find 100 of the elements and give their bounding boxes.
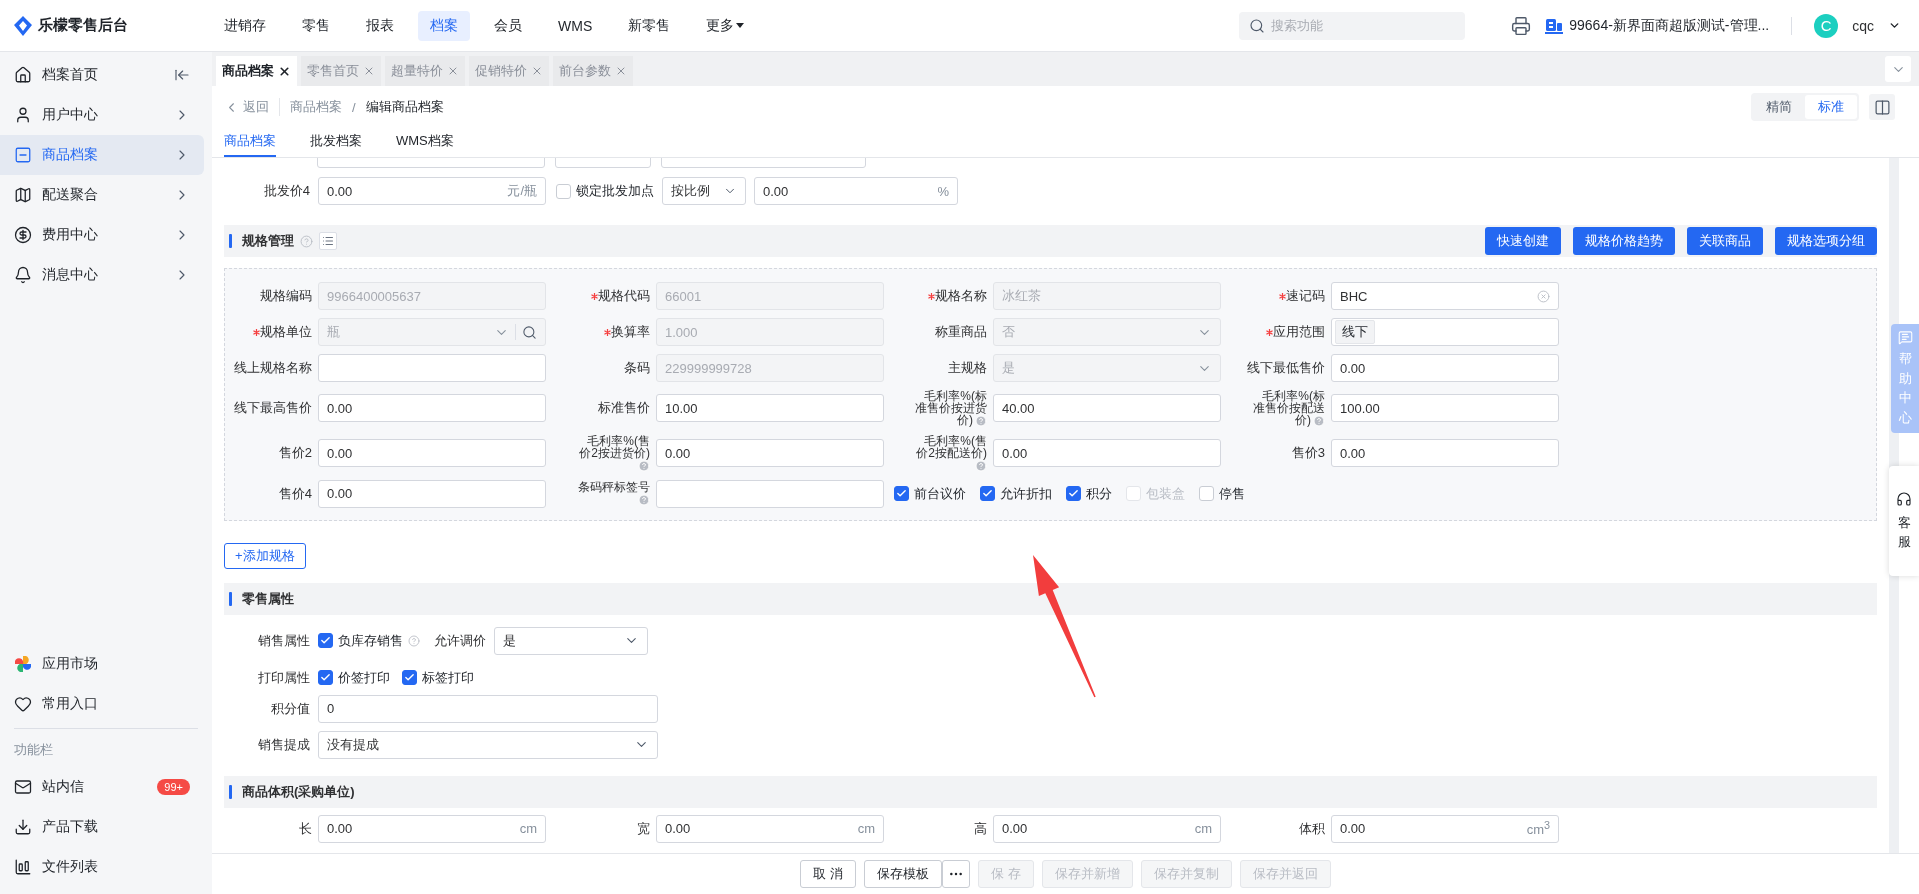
text-field[interactable]: 0 <box>318 694 658 723</box>
select-field[interactable]: 按比例 <box>662 177 746 205</box>
nav-link[interactable]: WMS <box>546 11 605 40</box>
text-field[interactable]: 10.00 <box>656 394 884 423</box>
text-field[interactable]: 0.00 元/瓶 <box>318 177 546 205</box>
sidebar-item[interactable]: 商品档案 <box>0 135 204 175</box>
text-field[interactable]: 0.00 <box>318 479 546 508</box>
page-tab[interactable]: 商品档案 <box>216 56 297 86</box>
sub-tab[interactable]: WMS档案 <box>396 132 454 157</box>
text-field[interactable]: BHC <box>1331 282 1559 310</box>
service-tab[interactable]: 客服 <box>1889 466 1919 576</box>
bar-chart-icon <box>14 858 32 876</box>
text-field[interactable]: 0.00 <box>318 439 546 468</box>
sidebar-item[interactable]: 档案首页 <box>0 55 204 95</box>
app-name: 乐檬零售后台 <box>38 16 128 35</box>
sidebar-item[interactable]: 配送聚合 <box>0 175 204 215</box>
tabs-menu-button[interactable] <box>1885 56 1911 82</box>
bell-icon <box>14 266 32 284</box>
section-label: 功能栏 <box>13 741 54 759</box>
text-field[interactable] <box>656 479 884 508</box>
text-field[interactable]: 0.00 cm <box>318 814 546 843</box>
store-name[interactable]: 99664-新界面商超版测试-管理... <box>1569 16 1770 35</box>
section-title: 规格管理 <box>242 232 294 250</box>
text-field[interactable]: 0.00 cm$^{3}$ <box>1331 814 1559 843</box>
help-icon <box>975 459 987 472</box>
text-field[interactable]: 0.00 cm <box>656 814 884 843</box>
scope-tag: 线下 <box>1335 320 1375 344</box>
checkbox-label: 允许折扣 <box>1000 484 1052 503</box>
sidebar-item[interactable]: 用户中心 <box>0 95 204 135</box>
checkbox[interactable] <box>402 670 417 686</box>
nav-link[interactable]: 零售 <box>290 10 342 41</box>
checkbox[interactable] <box>1066 486 1081 502</box>
sidebar-item[interactable]: 产品下载 <box>0 807 204 847</box>
nav-link[interactable]: 档案 <box>418 10 470 41</box>
nav-link[interactable]: 新零售 <box>616 10 683 41</box>
view-toggle[interactable]: 标准 <box>1805 95 1857 119</box>
nav-link[interactable]: 进销存 <box>212 10 278 41</box>
section-title: 零售属性 <box>242 589 294 608</box>
unit-label: cm <box>519 821 537 837</box>
footer-button[interactable]: 取 消 <box>800 860 856 888</box>
more-button[interactable] <box>942 860 970 888</box>
text-field[interactable]: 40.00 <box>993 394 1221 423</box>
checkbox[interactable] <box>894 486 909 502</box>
action-button[interactable]: 快速创建 <box>1485 227 1561 255</box>
nav-link[interactable]: 会员 <box>482 10 534 41</box>
nav-menu[interactable]: 更多 <box>694 10 757 41</box>
printer-icon[interactable] <box>1511 15 1532 36</box>
text-field[interactable]: 0.00 % <box>754 177 958 205</box>
field-label: 线下最高售价 <box>234 399 312 418</box>
help-icon <box>975 414 987 427</box>
text-field[interactable]: 0.00 <box>993 439 1221 468</box>
list-button[interactable] <box>319 232 337 250</box>
user-icon <box>14 106 32 124</box>
field-label: 主规格 <box>948 359 987 377</box>
sidebar-item[interactable]: 文件列表 <box>0 847 204 887</box>
text-field[interactable]: 0.00 <box>1331 354 1559 382</box>
sidebar-item[interactable]: 常用入口 <box>0 684 204 724</box>
field-label: 销售提成 <box>257 735 310 754</box>
user-name[interactable]: cqc <box>1852 17 1874 34</box>
action-button[interactable]: 关联商品 <box>1687 227 1763 255</box>
footer-button[interactable]: 保存模板 <box>864 860 942 888</box>
sidebar-item[interactable]: 费用中心 <box>0 215 204 255</box>
close-icon <box>278 64 291 78</box>
unit-label: % <box>937 183 949 199</box>
list-icon <box>322 235 334 247</box>
add-spec-button[interactable]: +添加规格 <box>224 542 306 569</box>
headset-icon <box>1896 490 1912 507</box>
back-link[interactable]: 返回 <box>224 98 280 116</box>
select-field[interactable]: 没有提成 <box>318 730 658 759</box>
checkbox[interactable] <box>318 670 333 686</box>
field-label: 毛利率%(售价2按进货价) <box>577 434 650 472</box>
message-icon <box>1897 330 1913 345</box>
text-field[interactable]: 0.00 <box>1331 439 1559 468</box>
layout-button[interactable] <box>1869 94 1895 120</box>
text-field[interactable]: 100.00 <box>1331 394 1559 423</box>
field-label: 售价2 <box>278 444 312 463</box>
action-button[interactable]: 规格价格趋势 <box>1573 227 1675 255</box>
sub-tab[interactable]: 商品档案 <box>224 132 276 157</box>
checkbox-label: 积分 <box>1086 484 1112 503</box>
checkbox[interactable] <box>980 486 995 502</box>
text-field[interactable]: 0.00 <box>318 394 546 423</box>
checkbox-label: 负库存销售 <box>338 631 403 650</box>
sidebar-item[interactable]: 消息中心 <box>0 255 204 295</box>
checkbox[interactable] <box>318 633 333 649</box>
tag-field[interactable]: 线下 <box>1331 318 1559 346</box>
sub-tab[interactable]: 批发档案 <box>310 132 362 157</box>
view-toggle[interactable]: 精简 <box>1753 95 1805 119</box>
field-label: 称重商品 <box>935 323 987 341</box>
text-field[interactable] <box>318 354 546 382</box>
text-field[interactable]: 0.00 cm <box>993 814 1221 843</box>
sidebar-item[interactable]: 站内信 99+ <box>0 767 204 807</box>
field-label: 打印属性 <box>257 668 310 687</box>
action-button[interactable]: 规格选项分组 <box>1775 227 1877 255</box>
text-field[interactable]: 0.00 <box>656 439 884 468</box>
clear-icon <box>1537 289 1550 303</box>
select-field[interactable]: 是 <box>494 626 648 655</box>
checkbox-label: 包装盒 <box>1146 484 1185 503</box>
heart-icon <box>14 695 32 713</box>
nav-link[interactable]: 报表 <box>354 10 406 41</box>
sidebar-item[interactable]: 应用市场 <box>0 644 204 684</box>
